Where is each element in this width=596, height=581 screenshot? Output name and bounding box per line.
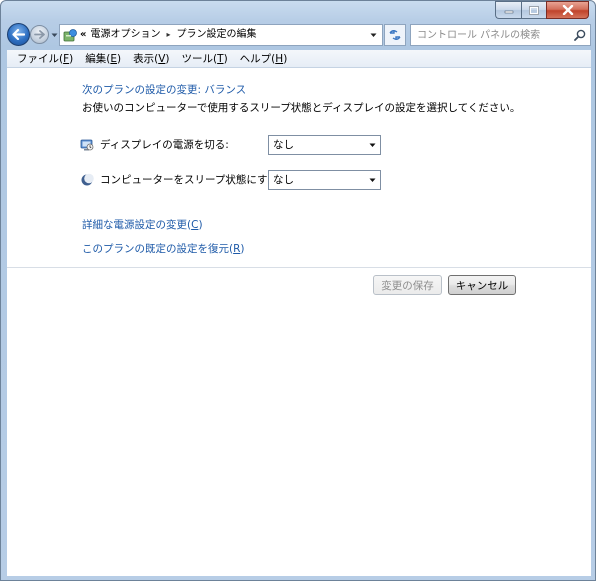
- sleep-label: コンピューターをスリープ状態にする:: [100, 174, 282, 186]
- menu-help-end: ): [283, 53, 288, 65]
- menu-help[interactable]: ヘルプ(H): [234, 51, 294, 66]
- menu-view[interactable]: 表示(V): [127, 51, 175, 66]
- display-off-value: なし: [273, 139, 294, 151]
- minimize-button[interactable]: [495, 1, 521, 19]
- control-panel-icon: [63, 29, 77, 42]
- recent-pages-dropdown[interactable]: [50, 31, 58, 39]
- menu-view-end: ): [165, 53, 170, 65]
- sleep-setting: コンピューターをスリープ状態にする: なし: [80, 170, 400, 190]
- breadcrumb-overflow[interactable]: «: [80, 25, 86, 45]
- menu-file-label: ファイル(: [17, 53, 64, 65]
- sleep-value: なし: [273, 174, 294, 186]
- chevron-down-icon: [369, 178, 376, 182]
- breadcrumb-item-edit-plan[interactable]: プラン設定の編集: [176, 25, 256, 45]
- breadcrumb: « 電源オプション ▸ プラン設定の編集: [80, 25, 256, 45]
- breadcrumb-separator-icon[interactable]: ▸: [166, 25, 170, 45]
- maximize-button[interactable]: [521, 1, 546, 19]
- content-pane: 次のプランの設定の変更: バランス お使いのコンピューターで使用するスリープ状態…: [7, 68, 591, 576]
- search-icon[interactable]: [574, 29, 586, 41]
- forward-arrow-icon: [34, 30, 45, 39]
- address-row: « 電源オプション ▸ プラン設定の編集: [7, 23, 591, 47]
- menu-tools[interactable]: ツール(T): [176, 51, 234, 66]
- search-box: [410, 24, 591, 46]
- refresh-icon: [389, 30, 401, 40]
- restore-defaults-link-end: ): [240, 243, 245, 255]
- advanced-settings-link-label: 詳細な電源設定の変更(: [82, 219, 192, 231]
- menu-tools-end: ): [223, 53, 228, 65]
- back-button[interactable]: [7, 23, 30, 46]
- maximize-icon: [529, 5, 539, 15]
- menu-help-label: ヘルプ(: [239, 53, 276, 65]
- menu-tools-label: ツール(: [181, 53, 218, 65]
- refresh-button[interactable]: [384, 24, 406, 46]
- minimize-icon: [504, 10, 513, 14]
- close-icon: [562, 5, 573, 15]
- display-off-label: ディスプレイの電源を切る:: [100, 139, 229, 151]
- forward-button[interactable]: [30, 25, 49, 44]
- advanced-settings-link-end: ): [198, 219, 203, 231]
- page-title: 次のプランの設定の変更: バランス: [82, 84, 247, 96]
- chevron-down-icon: [370, 33, 376, 37]
- display-icon: [80, 139, 94, 151]
- search-input[interactable]: [411, 25, 571, 45]
- chevron-down-icon: [369, 143, 376, 147]
- chevron-down-icon: [51, 33, 57, 37]
- restore-defaults-link[interactable]: このプランの既定の設定を復元(R): [82, 241, 245, 256]
- close-button[interactable]: [546, 1, 589, 19]
- menu-help-key: H: [275, 53, 284, 65]
- back-arrow-icon: [12, 29, 25, 40]
- breadcrumb-item-power-options[interactable]: 電源オプション: [90, 25, 160, 45]
- menu-edit[interactable]: 編集(E): [79, 51, 127, 66]
- caption-buttons: [495, 1, 589, 19]
- page-description: お使いのコンピューターで使用するスリープ状態とディスプレイの設定を選択してくださ…: [82, 102, 521, 114]
- app-window: « 電源オプション ▸ プラン設定の編集 コントロール パネルの検索 ファイル(…: [0, 0, 596, 581]
- address-dropdown-button[interactable]: [366, 25, 380, 45]
- advanced-settings-link[interactable]: 詳細な電源設定の変更(C): [82, 217, 203, 232]
- menu-edit-label: 編集(: [85, 53, 111, 65]
- display-off-select[interactable]: なし: [268, 135, 381, 155]
- moon-icon: [81, 173, 94, 186]
- menu-file[interactable]: ファイル(F): [11, 51, 79, 66]
- sleep-select[interactable]: なし: [268, 170, 381, 190]
- restore-defaults-link-label: このプランの既定の設定を復元(: [82, 243, 234, 255]
- menu-file-end: ): [69, 53, 74, 65]
- menu-edit-end: ): [117, 53, 122, 65]
- cancel-button[interactable]: キャンセル: [448, 275, 516, 295]
- divider: [7, 267, 591, 268]
- save-changes-button[interactable]: 変更の保存: [373, 275, 442, 295]
- menu-bar: ファイル(F) 編集(E) 表示(V) ツール(T) ヘルプ(H): [7, 50, 591, 68]
- address-bar[interactable]: « 電源オプション ▸ プラン設定の編集: [59, 24, 383, 46]
- menu-view-label: 表示(: [133, 53, 159, 65]
- display-off-setting: ディスプレイの電源を切る: なし: [80, 135, 400, 155]
